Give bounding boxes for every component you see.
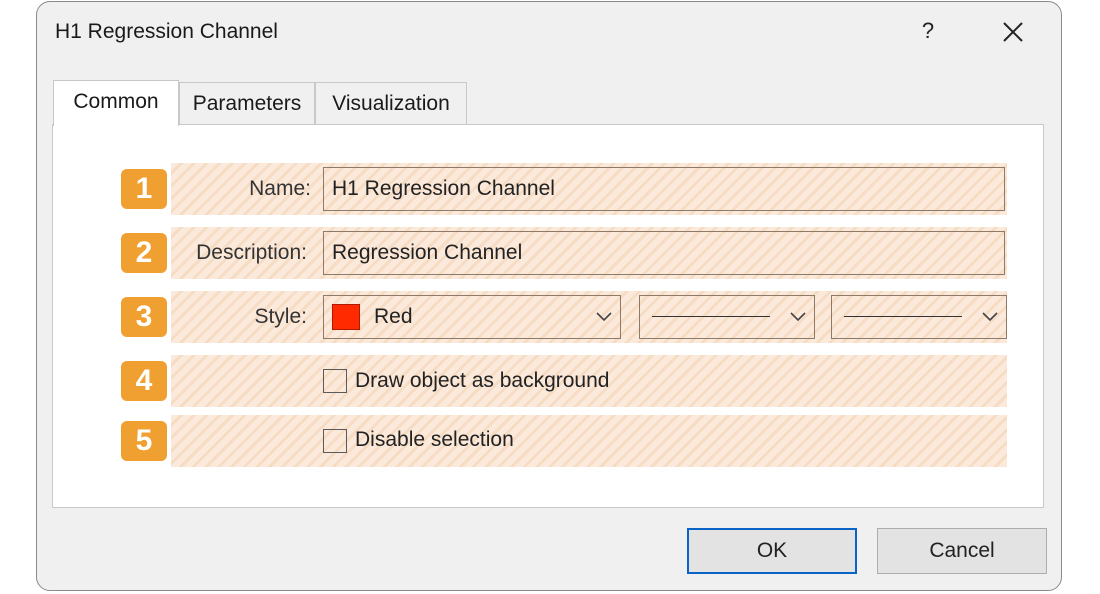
badge-2: 2 [121,233,167,273]
tab-panel-common: 1 Name: 2 Description: 3 Style: Red 4 Dr… [52,124,1044,508]
badge-5: 5 [121,421,167,461]
tab-parameters[interactable]: Parameters [179,82,315,124]
badge-4: 4 [121,361,167,401]
line-style-select[interactable] [639,295,815,339]
chevron-down-icon [790,312,806,322]
color-swatch [332,304,360,330]
ok-button[interactable]: OK [687,528,857,574]
line-width-sample [844,316,962,317]
name-label: Name: [249,177,311,200]
tab-common[interactable]: Common [53,80,179,126]
name-input[interactable] [323,167,1005,211]
close-button[interactable] [999,18,1027,46]
chevron-down-icon [982,312,998,322]
row-disable-selection [171,415,1007,467]
badge-1: 1 [121,169,167,209]
badge-3: 3 [121,297,167,337]
dialog-title: H1 Regression Channel [55,20,278,43]
disable-selection-label[interactable]: Disable selection [355,428,514,452]
color-value: Red [374,305,413,328]
description-input[interactable] [323,231,1005,275]
disable-selection-checkbox[interactable] [323,429,347,453]
cancel-button[interactable]: Cancel [877,528,1047,574]
dialog-window: H1 Regression Channel ? Common Parameter… [36,1,1062,591]
help-button[interactable]: ? [913,16,943,46]
chevron-down-icon [596,312,612,322]
style-label: Style: [254,305,307,328]
color-select[interactable]: Red [323,295,621,339]
draw-background-label[interactable]: Draw object as background [355,369,609,393]
tab-visualization[interactable]: Visualization [315,82,467,124]
draw-background-checkbox[interactable] [323,369,347,393]
close-icon [1003,22,1023,42]
line-style-sample [652,316,770,317]
line-width-select[interactable] [831,295,1007,339]
description-label: Description: [196,241,307,264]
